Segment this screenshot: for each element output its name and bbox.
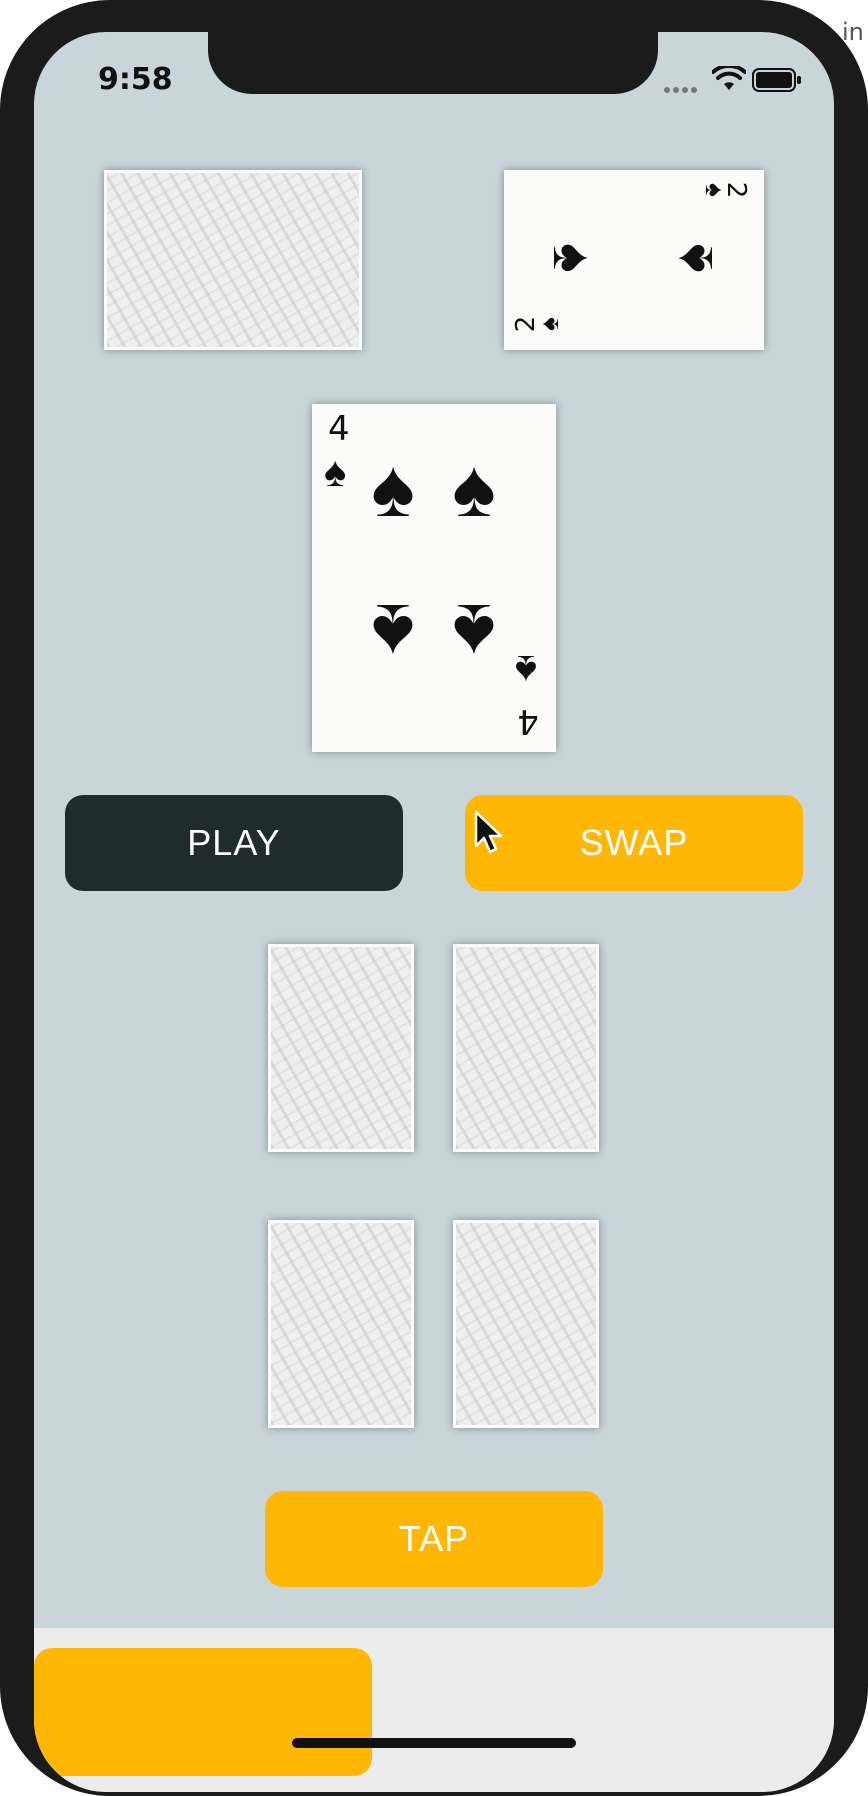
- drawn-card-art: 4 ♠ ♠ ♠ ♠ ♠ ♠ 4: [324, 409, 539, 741]
- drawn-card-rank-bottom: 4: [517, 701, 539, 741]
- drawn-card-pip-small-top: ♠: [324, 448, 346, 495]
- device-notch: [208, 32, 658, 94]
- drawn-card-pip-bottom-left: ♠: [371, 587, 415, 678]
- drawn-card-pip-top-left: ♠: [371, 443, 415, 534]
- battery-icon: [752, 68, 801, 92]
- game-screen: 9:58 2 ♠ ♠ ♠ 2 ♠ 4 ♠ ♠ ♠ ♠ ♠ ♠ 4 PLAY SW…: [34, 32, 834, 1792]
- tap-button[interactable]: TAP: [265, 1491, 603, 1587]
- discard-card-pip-left: ♠: [542, 243, 605, 273]
- home-indicator[interactable]: [292, 1738, 576, 1748]
- discard-card-pip-small-bottom: ♠: [534, 317, 564, 331]
- discard-card[interactable]: 2 ♠ ♠ ♠ 2 ♠: [504, 170, 764, 350]
- drawn-card-pip-bottom-right: ♠: [452, 587, 496, 678]
- discard-card-pip-small-top: ♠: [700, 183, 730, 197]
- status-icons: [664, 66, 804, 96]
- drawn-card[interactable]: 4 ♠ ♠ ♠ ♠ ♠ ♠ 4: [312, 404, 556, 752]
- swap-button[interactable]: SWAP: [465, 795, 803, 891]
- hand-card-4[interactable]: [453, 1220, 599, 1428]
- drawn-card-pip-top-right: ♠: [452, 443, 496, 534]
- status-time: 9:58: [98, 62, 173, 97]
- drawn-card-rank-top: 4: [328, 409, 350, 449]
- hand-card-3[interactable]: [268, 1220, 414, 1428]
- mouse-cursor-icon: [474, 810, 503, 854]
- hand-card-1[interactable]: [268, 944, 414, 1152]
- drawn-card-pip-small-bottom: ♠: [515, 647, 537, 694]
- deck-card-back[interactable]: [104, 170, 362, 350]
- wifi-icon: [712, 66, 746, 90]
- signal-dots-icon: [664, 80, 700, 98]
- hand-card-2[interactable]: [453, 944, 599, 1152]
- discard-card-art: 2 ♠ ♠ ♠ 2 ♠: [511, 182, 751, 333]
- corner-text: in: [842, 18, 864, 46]
- discard-card-pip-right: ♠: [661, 243, 724, 273]
- play-button[interactable]: PLAY: [65, 795, 403, 891]
- bottom-yellow-button[interactable]: [34, 1648, 372, 1776]
